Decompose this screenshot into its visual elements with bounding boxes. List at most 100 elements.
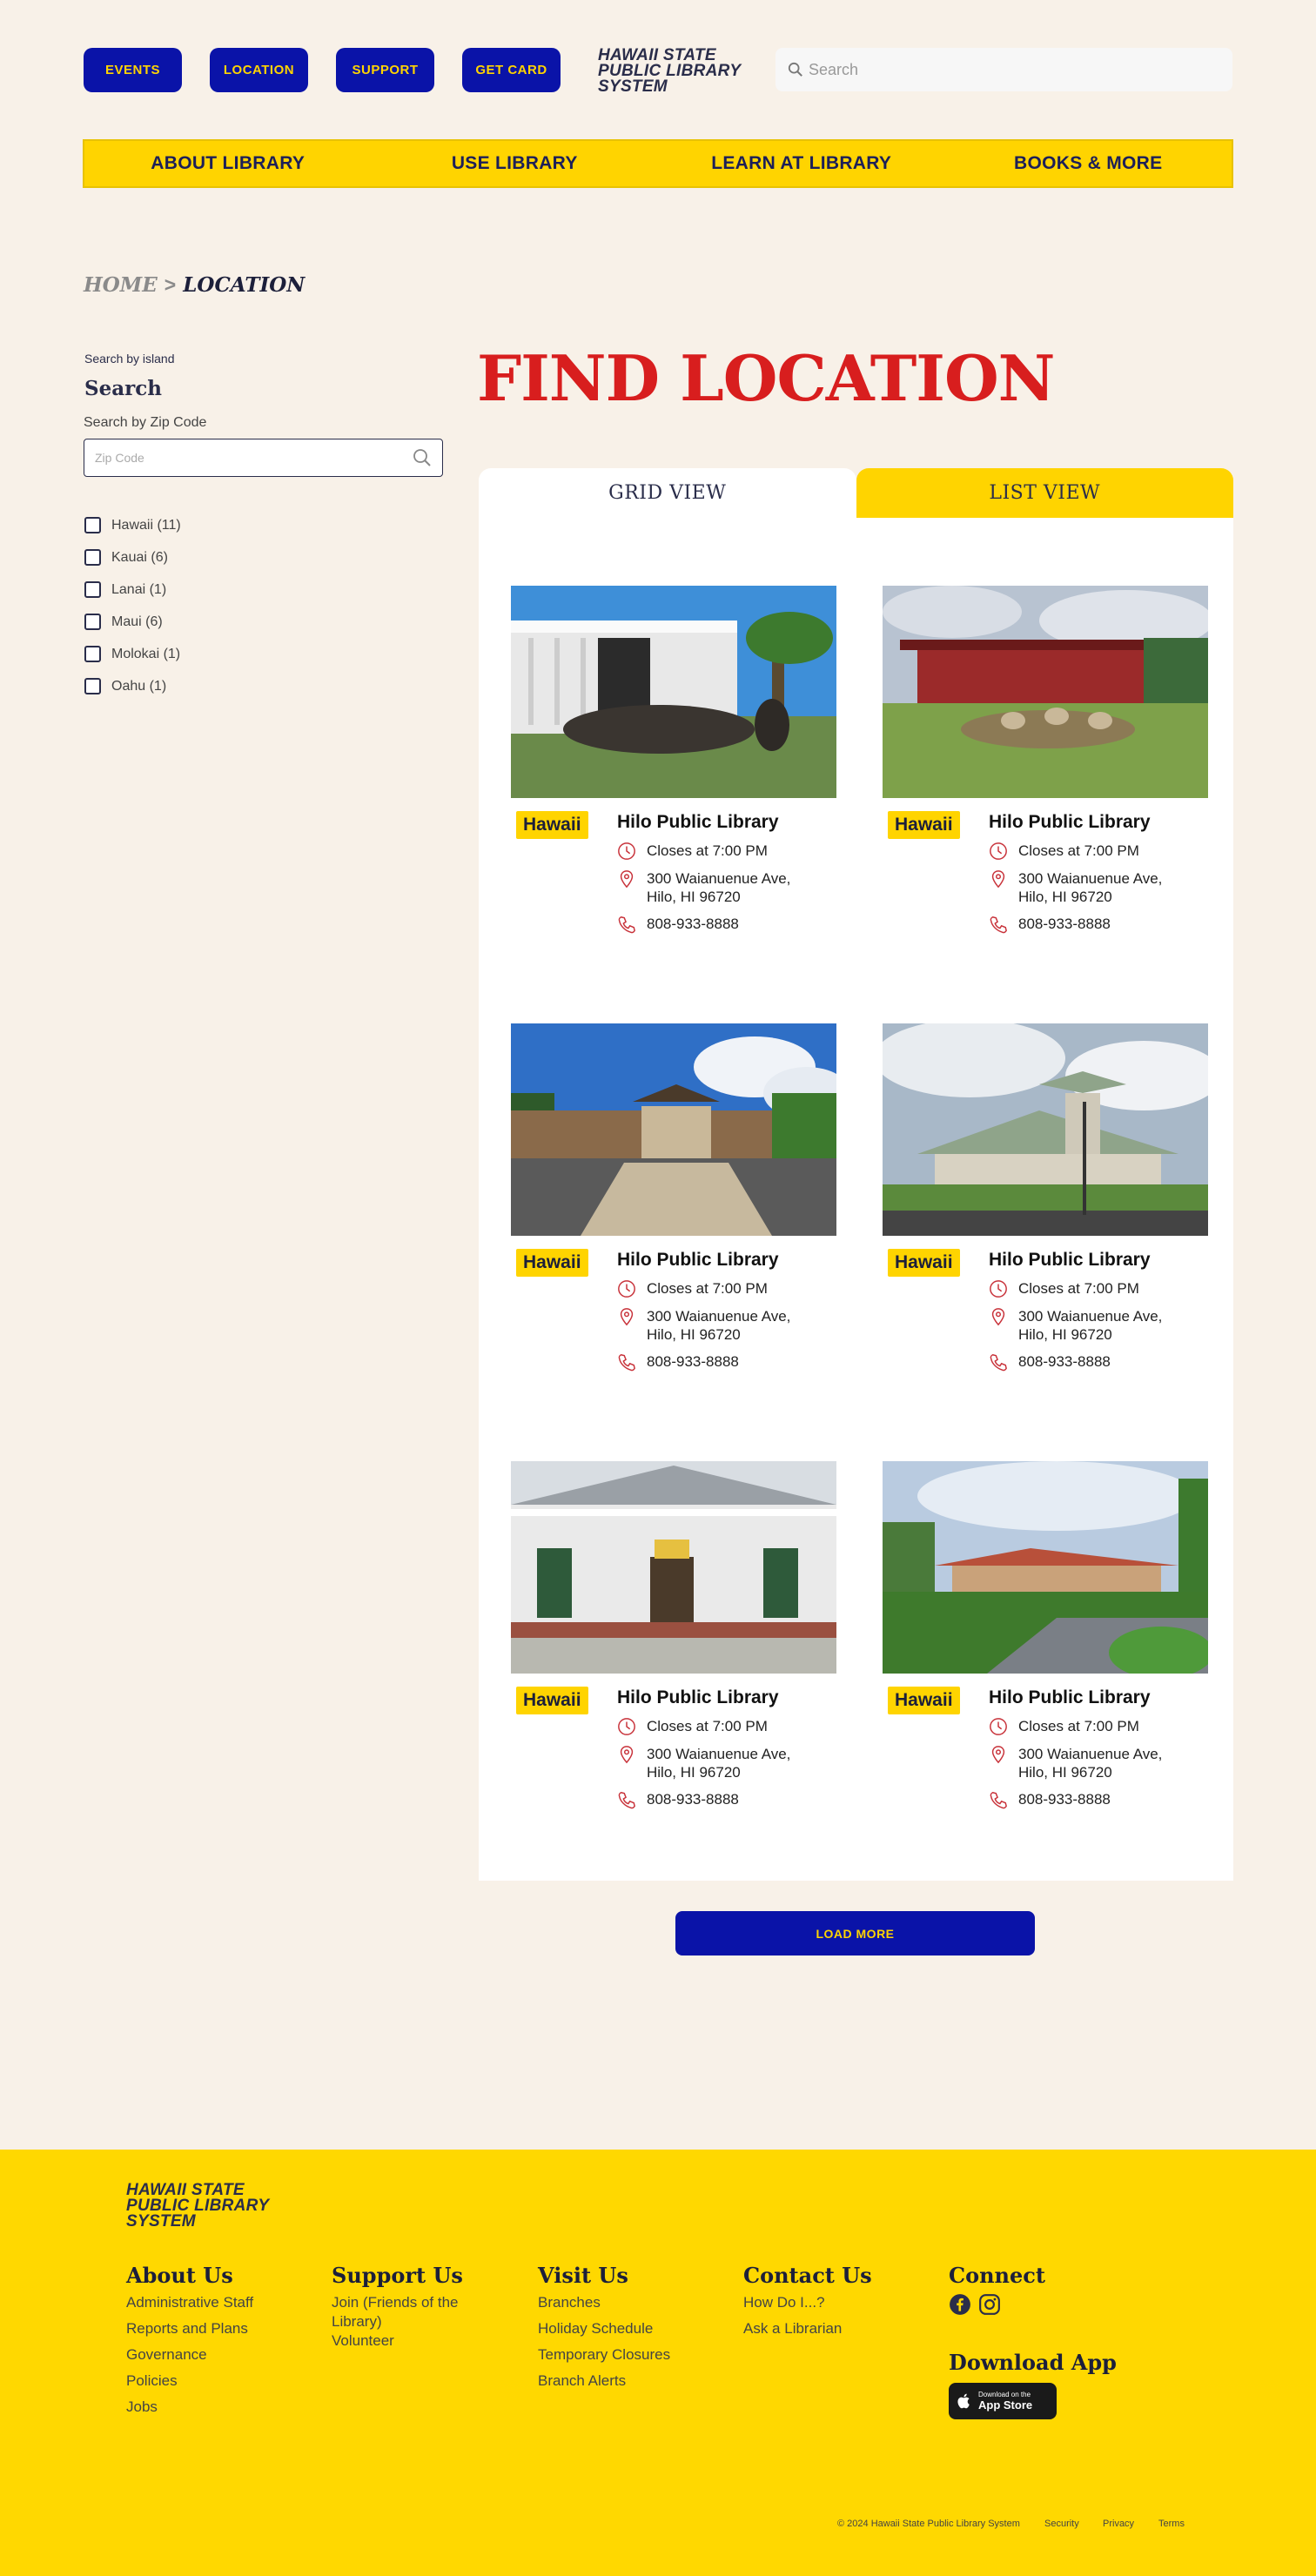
footer-contact: Contact Us How Do I...? Ask a Librarian xyxy=(743,2263,872,2345)
island-badge: Hawaii xyxy=(888,811,960,839)
nav-learn-at-library[interactable]: LEARN AT LIBRARY xyxy=(658,141,945,186)
breadcrumb-home[interactable]: HOME xyxy=(84,273,158,297)
checkbox[interactable] xyxy=(84,614,101,630)
phone-icon xyxy=(618,1353,635,1372)
nav-use-library[interactable]: USE LIBRARY xyxy=(372,141,659,186)
island-label: Molokai (1) xyxy=(111,646,181,661)
island-filter-maui[interactable]: Maui (6) xyxy=(84,606,181,638)
footer-visit: Visit Us Branches Holiday Schedule Tempo… xyxy=(538,2263,670,2398)
address: 300 Waianuenue Ave, Hilo, HI 96720 xyxy=(647,870,791,905)
island-filter-oahu[interactable]: Oahu (1) xyxy=(84,670,181,702)
phone[interactable]: 808-933-8888 xyxy=(1018,915,1111,933)
library-name[interactable]: Hilo Public Library xyxy=(989,1250,1206,1271)
footer-logo[interactable]: HAWAII STATE PUBLIC LIBRARY SYSTEM xyxy=(126,2182,269,2231)
address: 300 Waianuenue Ave, Hilo, HI 96720 xyxy=(1018,870,1163,905)
phone-icon xyxy=(990,916,1007,934)
page-title: FIND LOCATION xyxy=(477,341,1055,415)
nav-about-library[interactable]: ABOUT LIBRARY xyxy=(84,141,372,186)
location-card[interactable]: Hawaii Hilo Public Library Closes at 7:0… xyxy=(511,1461,836,1809)
island-filter-list: Hawaii (11) Kauai (6) Lanai (1) Maui (6)… xyxy=(84,509,181,702)
island-filter-kauai[interactable]: Kauai (6) xyxy=(84,541,181,574)
hours: Closes at 7:00 PM xyxy=(647,1718,768,1734)
footer-link[interactable]: Jobs xyxy=(126,2398,253,2417)
phone[interactable]: 808-933-8888 xyxy=(1018,1790,1111,1808)
search-icon[interactable] xyxy=(413,448,432,467)
footer-link[interactable]: Branch Alerts xyxy=(538,2371,670,2391)
library-name[interactable]: Hilo Public Library xyxy=(989,1687,1206,1708)
library-name[interactable]: Hilo Public Library xyxy=(989,812,1206,833)
site-logo[interactable]: HAWAII STATE PUBLIC LIBRARY SYSTEM xyxy=(598,47,763,95)
library-photo xyxy=(883,1023,1208,1236)
terms-link[interactable]: Terms xyxy=(1158,2519,1185,2529)
footer-link[interactable]: Governance xyxy=(126,2345,253,2365)
footer-link[interactable]: Volunteer xyxy=(332,2331,488,2351)
footer-link[interactable]: Ask a Librarian xyxy=(743,2319,872,2338)
island-label: Maui (6) xyxy=(111,614,163,629)
phone[interactable]: 808-933-8888 xyxy=(647,915,739,933)
tab-list-view[interactable]: LIST VIEW xyxy=(856,468,1233,518)
clock-icon xyxy=(990,842,1007,860)
get-card-button[interactable]: GET CARD xyxy=(462,48,561,92)
footer-link[interactable]: Administrative Staff xyxy=(126,2293,253,2312)
search-input[interactable] xyxy=(809,60,1218,79)
library-name[interactable]: Hilo Public Library xyxy=(617,1250,835,1271)
phone[interactable]: 808-933-8888 xyxy=(647,1790,739,1808)
location-button[interactable]: LOCATION xyxy=(210,48,308,92)
location-card[interactable]: Hawaii Hilo Public Library Closes at 7:0… xyxy=(511,586,836,934)
checkbox[interactable] xyxy=(84,517,101,533)
card-info: Hilo Public Library Closes at 7:00 PM 30… xyxy=(617,1250,835,1372)
footer-link[interactable]: Reports and Plans xyxy=(126,2319,253,2338)
location-card[interactable]: Hawaii Hilo Public Library Closes at 7:0… xyxy=(511,1023,836,1372)
card-info: Hilo Public Library Closes at 7:00 PM 30… xyxy=(617,812,835,934)
footer-heading: Visit Us xyxy=(538,2263,628,2288)
phone[interactable]: 808-933-8888 xyxy=(647,1352,739,1371)
library-name[interactable]: Hilo Public Library xyxy=(617,812,835,833)
privacy-link[interactable]: Privacy xyxy=(1103,2519,1134,2529)
app-store-small: Download on the xyxy=(978,2391,1031,2398)
footer: HAWAII STATE PUBLIC LIBRARY SYSTEM About… xyxy=(0,2150,1316,2576)
instagram-icon[interactable] xyxy=(978,2293,1001,2316)
location-pin-icon xyxy=(620,870,634,889)
support-button[interactable]: SUPPORT xyxy=(336,48,434,92)
footer-link[interactable]: Policies xyxy=(126,2371,253,2391)
phone-icon xyxy=(618,1791,635,1809)
clock-icon xyxy=(990,1718,1007,1735)
footer-link[interactable]: Holiday Schedule xyxy=(538,2319,670,2338)
library-name[interactable]: Hilo Public Library xyxy=(617,1687,835,1708)
clock-icon xyxy=(618,1718,635,1735)
footer-heading: Connect xyxy=(949,2263,1045,2288)
island-filter-lanai[interactable]: Lanai (1) xyxy=(84,574,181,606)
tab-grid-view[interactable]: GRID VIEW xyxy=(479,468,856,518)
zip-code-input[interactable] xyxy=(95,451,413,465)
top-bar: EVENTS LOCATION SUPPORT GET CARD HAWAII … xyxy=(84,47,1232,95)
island-badge: Hawaii xyxy=(888,1687,960,1714)
security-link[interactable]: Security xyxy=(1044,2519,1079,2529)
facebook-icon[interactable] xyxy=(949,2293,971,2316)
checkbox[interactable] xyxy=(84,678,101,694)
library-photo xyxy=(511,586,836,798)
footer-link[interactable]: Branches xyxy=(538,2293,670,2312)
app-store-button[interactable]: Download on the App Store xyxy=(949,2383,1057,2419)
location-card[interactable]: Hawaii Hilo Public Library Closes at 7:0… xyxy=(883,586,1208,934)
island-filter-hawaii[interactable]: Hawaii (11) xyxy=(84,509,181,541)
logo-line: SYSTEM xyxy=(126,2212,196,2231)
footer-link[interactable]: How Do I...? xyxy=(743,2293,872,2312)
footer-link[interactable]: Join (Friends of the Library) xyxy=(332,2293,488,2331)
nav-books-more[interactable]: BOOKS & MORE xyxy=(945,141,1232,186)
checkbox[interactable] xyxy=(84,646,101,662)
phone-icon xyxy=(618,916,635,934)
library-photo xyxy=(511,1023,836,1236)
footer-link[interactable]: Temporary Closures xyxy=(538,2345,670,2365)
checkbox[interactable] xyxy=(84,549,101,566)
island-filter-molokai[interactable]: Molokai (1) xyxy=(84,638,181,670)
footer-heading: Support Us xyxy=(332,2263,463,2288)
location-card[interactable]: Hawaii Hilo Public Library Closes at 7:0… xyxy=(883,1461,1208,1809)
island-badge: Hawaii xyxy=(516,1249,588,1277)
events-button[interactable]: EVENTS xyxy=(84,48,182,92)
phone[interactable]: 808-933-8888 xyxy=(1018,1352,1111,1371)
load-more-button[interactable]: LOAD MORE xyxy=(675,1911,1035,1955)
location-card[interactable]: Hawaii Hilo Public Library Closes at 7:0… xyxy=(883,1023,1208,1372)
checkbox[interactable] xyxy=(84,581,101,598)
address: 300 Waianuenue Ave, Hilo, HI 96720 xyxy=(1018,1746,1163,1781)
location-pin-icon xyxy=(991,1746,1005,1764)
